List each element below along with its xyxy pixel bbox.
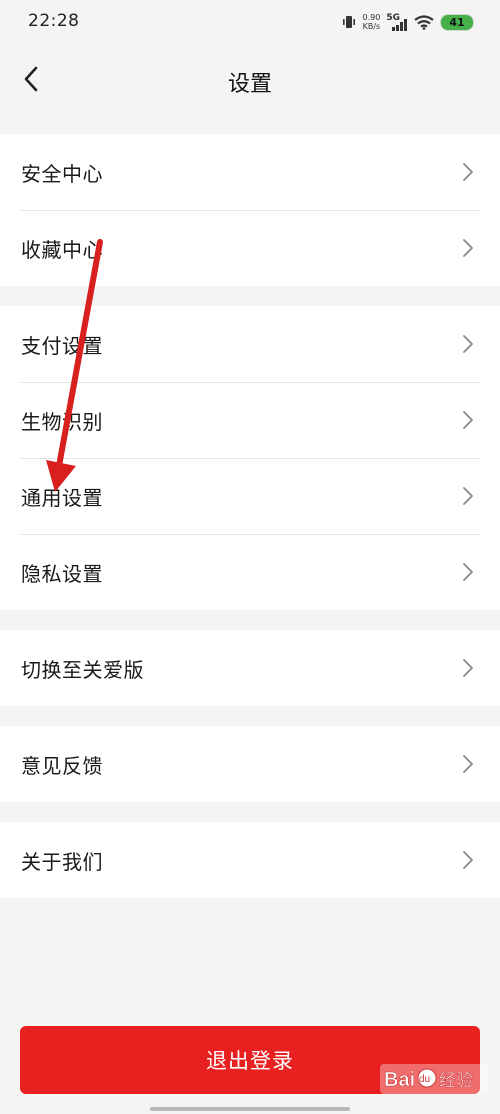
network-speed-unit: KB/s — [362, 22, 381, 31]
settings-group-feedback: 意见反馈 — [0, 726, 500, 802]
menu-item-label: 安全中心 — [21, 162, 103, 186]
home-indicator[interactable] — [150, 1107, 350, 1111]
menu-item-payment-settings[interactable]: 支付设置 — [0, 306, 500, 382]
menu-item-feedback[interactable]: 意见反馈 — [0, 726, 500, 802]
menu-item-label: 支付设置 — [21, 334, 103, 358]
network-speed: 0.90 KB/s — [363, 13, 381, 31]
menu-item-label: 生物识别 — [21, 410, 103, 434]
battery-indicator: 41 — [440, 13, 474, 31]
chevron-right-icon — [463, 239, 473, 257]
status-bar: 22:28 0.90 KB/s 5G 41 — [0, 0, 500, 44]
menu-item-label: 隐私设置 — [21, 562, 103, 586]
menu-item-security-center[interactable]: 安全中心 — [0, 134, 500, 210]
network-type: 5G — [386, 13, 400, 23]
menu-item-favorites-center[interactable]: 收藏中心 — [0, 210, 500, 286]
nav-bar: 设置 — [0, 44, 500, 134]
page-title: 设置 — [227, 72, 272, 97]
content-spacer — [0, 898, 500, 994]
menu-item-about-us[interactable]: 关于我们 — [0, 822, 500, 898]
chevron-right-icon — [463, 755, 473, 773]
settings-group-general: 支付设置 生物识别 通用设置 隐私设置 — [0, 306, 500, 610]
menu-item-care-mode[interactable]: 切换至关爱版 — [0, 630, 500, 706]
chevron-right-icon — [463, 487, 473, 505]
menu-item-label: 通用设置 — [21, 486, 103, 510]
chevron-right-icon — [463, 335, 473, 353]
status-time: 22:28 — [28, 11, 80, 31]
settings-group-account: 安全中心 收藏中心 — [0, 134, 500, 286]
chevron-right-icon — [463, 659, 473, 677]
menu-item-label: 收藏中心 — [21, 238, 103, 262]
network-speed-value: 0.90 — [362, 13, 381, 22]
status-icons: 0.90 KB/s 5G 41 — [341, 10, 474, 34]
menu-item-label: 关于我们 — [21, 850, 103, 874]
menu-item-label: 切换至关爱版 — [21, 658, 144, 682]
chevron-right-icon — [463, 851, 473, 869]
settings-group-about: 关于我们 — [0, 822, 500, 898]
settings-group-care-mode: 切换至关爱版 — [0, 630, 500, 706]
menu-item-biometrics[interactable]: 生物识别 — [0, 382, 500, 458]
logout-button[interactable]: 退出登录 — [20, 1026, 480, 1094]
chevron-right-icon — [463, 163, 473, 181]
chevron-right-icon — [463, 411, 473, 429]
menu-item-general-settings[interactable]: 通用设置 — [0, 458, 500, 534]
menu-item-privacy-settings[interactable]: 隐私设置 — [0, 534, 500, 610]
menu-item-label: 意见反馈 — [21, 754, 103, 778]
vibrate-icon — [342, 16, 355, 28]
wifi-icon — [414, 14, 434, 30]
chevron-right-icon — [463, 563, 473, 581]
